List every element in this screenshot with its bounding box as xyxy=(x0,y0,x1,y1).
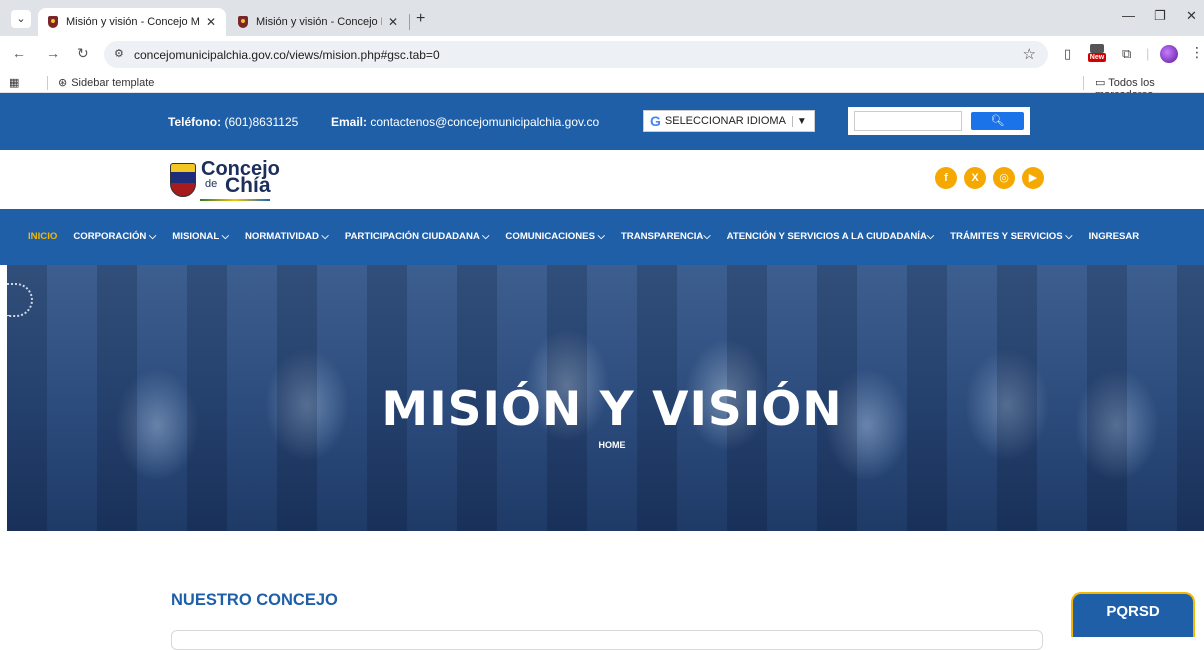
phone-label: Teléfono: xyxy=(168,115,222,129)
nav-item-transparencia[interactable]: TRANSPARENCIA⌵ xyxy=(621,231,711,242)
browser-tab-active[interactable]: Misión y visión - Concejo Munic ✕ xyxy=(38,8,226,36)
email-address[interactable]: contactenos@concejomunicipalchia.gov.co xyxy=(370,115,599,129)
browser-toolbar: ← → ↻ ⚙ concejomunicipalchia.gov.co/view… xyxy=(0,36,1204,73)
logo-text-small: de xyxy=(205,178,218,190)
site-header: Concejo de Chía f X ◎ ▶ xyxy=(0,150,1204,209)
site-info-icon[interactable]: ⚙ xyxy=(114,47,124,60)
phone-number: (601)8631125 xyxy=(224,115,299,129)
tab-search-button[interactable]: ⌄ xyxy=(11,10,31,28)
facebook-icon[interactable]: f xyxy=(935,167,957,189)
extension-new-icon[interactable]: New xyxy=(1088,44,1106,62)
bookmark-globe-icon: ⊛ xyxy=(58,77,68,89)
bookmarks-divider xyxy=(1083,76,1084,90)
hero-banner: MISIÓN Y VISIÓN HOME xyxy=(7,265,1204,531)
nav-item-normatividad[interactable]: NORMATIVIDAD ⌵ xyxy=(245,231,329,242)
tab-title: Misión y visión - Concejo Munic xyxy=(256,16,382,28)
google-icon: G xyxy=(650,113,661,129)
site-contact-bar: Teléfono: (601)8631125 Email: contacteno… xyxy=(0,93,1204,150)
browser-tabstrip: ⌄ Misión y visión - Concejo Munic ✕ Misi… xyxy=(0,0,1204,36)
logo-underline xyxy=(200,199,270,201)
new-tab-button[interactable]: + xyxy=(416,10,425,28)
main-navigation: INICIO CORPORACIÓN ⌵ MISIONAL ⌵ NORMATIV… xyxy=(0,209,1204,265)
breadcrumb[interactable]: HOME xyxy=(7,440,1204,450)
nav-item-tramites[interactable]: TRÁMITES Y SERVICIOS ⌵ xyxy=(950,231,1072,242)
tab-close-icon[interactable]: ✕ xyxy=(206,15,216,29)
back-icon[interactable]: ← xyxy=(12,45,26,61)
close-window-icon[interactable]: ✕ xyxy=(1186,8,1197,24)
phone-info: Teléfono: (601)8631125 xyxy=(168,115,298,129)
folder-icon: ▭ xyxy=(1095,77,1109,89)
browser-menu-icon[interactable]: ⋮ xyxy=(1190,44,1204,61)
bookmarks-bar: ▦ ⊛Sidebar template ▭ Todos los marcador… xyxy=(0,73,1204,101)
logo-text: Chía xyxy=(225,174,271,197)
site-search-button[interactable]: 🔍︎ xyxy=(971,112,1024,130)
x-icon[interactable]: X xyxy=(964,167,986,189)
search-icon: 🔍︎ xyxy=(990,115,1005,127)
social-links: f X ◎ ▶ xyxy=(935,167,1044,189)
bookmarks-divider xyxy=(47,76,48,90)
bookmark-label: Sidebar template xyxy=(71,77,155,89)
profile-avatar[interactable] xyxy=(1160,45,1178,63)
forward-icon[interactable]: → xyxy=(46,45,60,61)
extension-new-label: New xyxy=(1088,53,1106,62)
nav-item-misional[interactable]: MISIONAL ⌵ xyxy=(172,231,229,242)
email-info: Email: contactenos@concejomunicipalchia.… xyxy=(331,115,599,129)
minimize-icon[interactable]: — xyxy=(1122,8,1135,23)
instagram-icon[interactable]: ◎ xyxy=(993,167,1015,189)
pqrsd-button[interactable]: PQRSD xyxy=(1071,592,1195,637)
email-label: Email: xyxy=(331,115,368,129)
dropdown-caret-icon: ▼ xyxy=(791,115,807,127)
accessibility-badge-icon[interactable] xyxy=(7,283,33,317)
nav-item-atencion[interactable]: ATENCIÓN Y SERVICIOS A LA CIUDADANÍA⌵ xyxy=(727,231,935,242)
tab-title: Misión y visión - Concejo Munic xyxy=(66,16,200,28)
coat-of-arms-icon xyxy=(170,163,196,197)
restore-icon[interactable]: ❐ xyxy=(1154,8,1166,24)
nav-item-inicio[interactable]: INICIO xyxy=(28,231,57,242)
apps-grid-icon[interactable]: ▦ xyxy=(9,76,19,89)
site-search: 🔍︎ xyxy=(848,107,1030,135)
site-search-input[interactable] xyxy=(854,111,962,131)
content-card xyxy=(171,630,1043,650)
reading-mode-icon[interactable]: ▯ xyxy=(1064,46,1071,62)
page-title: MISIÓN Y VISIÓN xyxy=(381,382,843,437)
browser-tab[interactable]: Misión y visión - Concejo Munic ✕ xyxy=(228,8,408,36)
site-favicon-icon xyxy=(238,16,248,28)
tab-separator xyxy=(409,14,410,30)
section-title: NUESTRO CONCEJO xyxy=(171,591,338,609)
extensions-puzzle-icon[interactable]: ⧉ xyxy=(1122,46,1131,62)
nav-item-ingresar[interactable]: INGRESAR xyxy=(1089,231,1140,242)
language-select[interactable]: G SELECCIONAR IDIOMA ▼ xyxy=(643,110,815,132)
tab-close-icon[interactable]: ✕ xyxy=(388,15,398,29)
nav-item-comunicaciones[interactable]: COMUNICACIONES ⌵ xyxy=(505,231,604,242)
nav-item-corporacion[interactable]: CORPORACIÓN ⌵ xyxy=(73,231,156,242)
nav-item-participacion[interactable]: PARTICIPACIÓN CIUDADANA ⌵ xyxy=(345,231,490,242)
bookmark-star-icon[interactable]: ☆ xyxy=(1023,45,1036,63)
youtube-icon[interactable]: ▶ xyxy=(1022,167,1044,189)
language-select-label: SELECCIONAR IDIOMA xyxy=(664,115,786,127)
bookmark-item[interactable]: ⊛ Sidebar template xyxy=(58,76,154,89)
url-text: concejomunicipalchia.gov.co/views/mision… xyxy=(134,48,440,62)
toolbar-divider: | xyxy=(1146,46,1150,61)
reload-icon[interactable]: ↻ xyxy=(77,45,89,62)
address-bar[interactable]: ⚙ concejomunicipalchia.gov.co/views/misi… xyxy=(104,41,1048,68)
site-favicon-icon xyxy=(48,16,58,28)
